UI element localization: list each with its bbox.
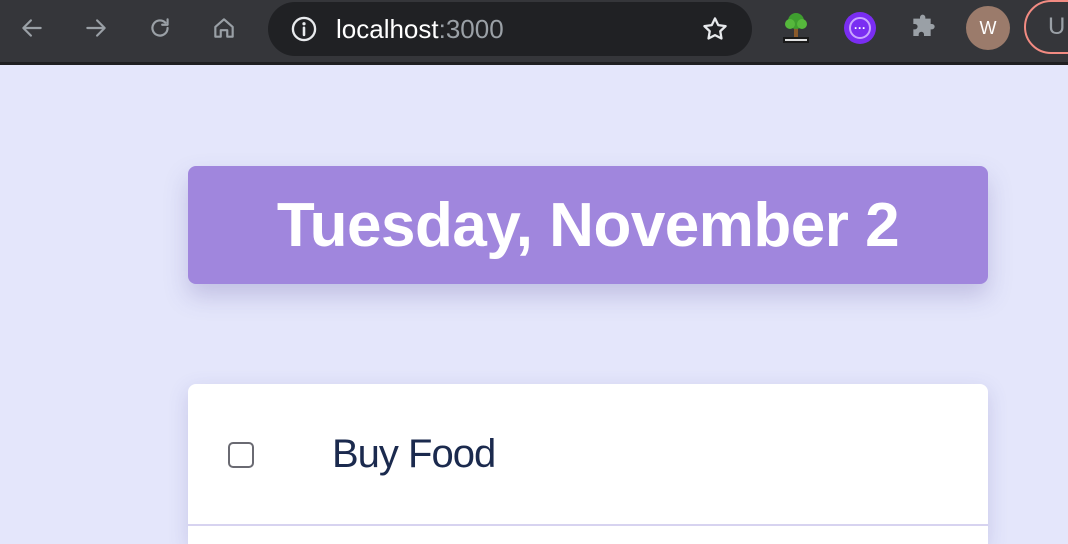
tree-html-extension-icon[interactable] [780,11,812,45]
home-icon [214,18,234,38]
info-icon[interactable] [290,15,318,43]
todo-checkbox[interactable] [228,442,254,468]
url-port: :3000 [438,14,504,44]
date-heading: Tuesday, November 2 [276,190,900,260]
todo-item: Buy Food [188,424,988,486]
home-button[interactable] [208,12,240,44]
star-icon[interactable] [700,14,730,44]
arrow-left-icon [22,19,42,37]
ellipsis-icon: ··· [849,17,871,39]
reload-button[interactable] [144,12,176,44]
profile-avatar[interactable]: W [966,6,1010,50]
browser-toolbar: localhost:3000 ··· W U [0,0,1068,65]
forward-button[interactable] [80,12,112,44]
address-bar[interactable]: localhost:3000 [268,2,752,56]
todo-item-text: Buy Food [332,432,496,476]
reload-icon [151,18,169,37]
date-heading-card: Tuesday, November 2 [188,166,988,284]
todo-list: Buy Food [188,384,988,544]
purple-extension-icon[interactable]: ··· [844,12,876,44]
back-button[interactable] [16,12,48,44]
update-button[interactable]: U [1024,0,1068,54]
arrow-right-icon [86,19,106,37]
url-host: localhost [336,14,439,44]
puzzle-icon[interactable] [908,12,940,44]
url-text[interactable]: localhost:3000 [336,14,504,44]
